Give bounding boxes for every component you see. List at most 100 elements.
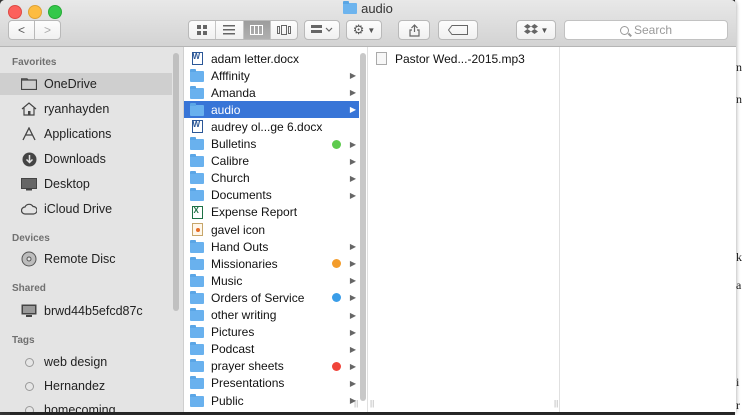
sidebar-tag-homecoming[interactable]: homecoming (0, 399, 172, 412)
gear-icon: ⚙ (352, 22, 365, 37)
tag-icon (448, 25, 468, 35)
row-icon-wrap (190, 85, 204, 99)
home-icon (20, 101, 38, 117)
sidebar-item-desktop[interactable]: Desktop (0, 173, 172, 195)
sidebar-item-ryanhayden[interactable]: ryanhayden (0, 98, 172, 120)
sidebar-item-remote-disc[interactable]: Remote Disc (0, 248, 172, 270)
folder-row[interactable]: Afffinity ▶ (184, 67, 359, 84)
folder-row[interactable]: Church ▶ (184, 170, 359, 187)
sidebar-item-shared-computer[interactable]: brwd44b5efcd87c (0, 300, 172, 322)
column-resize-handle[interactable]: || (554, 399, 558, 408)
folder-icon (190, 393, 204, 407)
column-scrollbar[interactable] (360, 53, 366, 401)
row-label: Music (211, 273, 243, 288)
row-label: other writing (211, 308, 277, 322)
view-mode-group (188, 20, 298, 40)
file-row[interactable]: Expense Report (184, 204, 359, 221)
row-icon-wrap (190, 223, 204, 236)
list-view-button[interactable] (216, 21, 244, 39)
action-menu-button[interactable]: ⚙ ▼ (346, 20, 382, 40)
row-icon-wrap (190, 52, 204, 65)
disclosure-arrow-icon: ▶ (349, 396, 357, 405)
folder-icon (190, 68, 204, 82)
search-placeholder: Search (633, 23, 673, 37)
folder-row[interactable]: Missionaries ▶ (184, 255, 359, 272)
row-icon-wrap (190, 359, 204, 373)
sidebar-item-label: ryanhayden (44, 102, 110, 116)
row-label: Hand Outs (211, 239, 269, 254)
sidebar-tag-web-design[interactable]: web design (0, 351, 172, 373)
file-row[interactable]: Pastor Wed...-2015.mp3 (368, 50, 559, 67)
arrange-button[interactable] (304, 20, 340, 40)
edit-tags-button[interactable] (438, 20, 478, 40)
disclosure-arrow-icon: ▶ (349, 361, 357, 371)
row-icon-wrap (190, 376, 204, 390)
back-button[interactable]: < (8, 20, 35, 40)
dropbox-button[interactable]: ▼ (516, 20, 556, 40)
disclosure-arrow-icon: ▶ (349, 310, 357, 320)
disc-icon (20, 251, 38, 267)
sidebar-section-favorites: Favorites (12, 57, 57, 68)
folder-icon (190, 342, 204, 356)
folder-row[interactable]: Documents ▶ (184, 187, 359, 204)
row-icon-wrap (190, 120, 204, 134)
folder-row[interactable]: other writing ▶ (184, 307, 359, 324)
sidebar-item-label: iCloud Drive (44, 202, 113, 216)
disclosure-arrow-icon: ▶ (349, 156, 357, 166)
row-label: audrey ol...ge 6.docx (211, 119, 323, 134)
sidebar-item-downloads[interactable]: Downloads (0, 148, 172, 170)
row-icon-wrap (190, 205, 204, 219)
word-document-icon (191, 52, 203, 65)
coverflow-view-button[interactable] (271, 21, 297, 39)
disclosure-arrow-icon: ▶ (349, 378, 357, 388)
folder-row[interactable]: Orders of Service ▶ (184, 289, 359, 306)
desktop-icon (20, 176, 38, 192)
color-tag-icon (332, 259, 341, 269)
disclosure-arrow-icon: ▶ (349, 139, 357, 149)
search-icon (619, 25, 629, 35)
icon-view-button[interactable] (189, 21, 217, 39)
folder-icon (190, 290, 204, 304)
search-field[interactable]: Search (564, 20, 728, 40)
file-row[interactable]: adam letter.docx (184, 50, 359, 67)
disclosure-arrow-icon: ▶ (349, 344, 357, 354)
row-label: Orders of Service (211, 290, 305, 305)
folder-row[interactable]: Calibre ▶ (184, 153, 359, 170)
sidebar-item-label: brwd44b5efcd87c (44, 304, 143, 318)
sidebar-item-onedrive[interactable]: OneDrive (0, 73, 172, 95)
forward-button[interactable]: > (34, 20, 61, 40)
sidebar-section-tags: Tags (12, 335, 35, 346)
folder-row[interactable]: audio ▶ (184, 101, 359, 119)
sidebar-tag-hernandez[interactable]: Hernandez (0, 375, 172, 397)
sidebar-item-applications[interactable]: Applications (0, 123, 172, 145)
chevron-down-icon: ▼ (367, 25, 376, 35)
share-button[interactable] (398, 20, 430, 40)
folder-row[interactable]: Pictures ▶ (184, 324, 359, 341)
folder-row[interactable]: Podcast ▶ (184, 341, 359, 358)
sidebar-scrollbar[interactable] (173, 53, 179, 311)
sidebar-item-label: homecoming (44, 403, 116, 412)
row-label: Church (211, 171, 250, 186)
folder-row[interactable]: Hand Outs ▶ (184, 238, 359, 255)
row-label: Expense Report (211, 205, 298, 220)
file-row[interactable]: audrey ol...ge 6.docx (184, 118, 359, 135)
folder-row[interactable]: Bulletins ▶ (184, 136, 359, 153)
sidebar-item-label: OneDrive (44, 77, 97, 91)
folder-row[interactable]: Music ▶ (184, 272, 359, 289)
background-doc-text: n (736, 92, 742, 106)
file-row[interactable]: gavel icon (184, 221, 359, 238)
row-icon-wrap (190, 102, 204, 116)
folder-icon (190, 188, 204, 202)
folder-row[interactable]: Presentations ▶ (184, 375, 359, 392)
row-icon-wrap (190, 154, 204, 168)
folder-row[interactable]: Public ▶ (184, 392, 359, 409)
background-document: n n k a i r (735, 0, 742, 415)
folder-row[interactable]: Amanda ▶ (184, 84, 359, 101)
column-resize-handle[interactable]: || (370, 399, 374, 408)
sidebar-item-label: Downloads (44, 152, 106, 166)
sidebar-item-icloud-drive[interactable]: iCloud Drive (0, 198, 172, 220)
column-view-button[interactable] (243, 21, 271, 39)
row-label: Presentations (211, 376, 285, 391)
sidebar-item-label: Hernandez (44, 379, 106, 393)
folder-row[interactable]: prayer sheets ▶ (184, 358, 359, 375)
